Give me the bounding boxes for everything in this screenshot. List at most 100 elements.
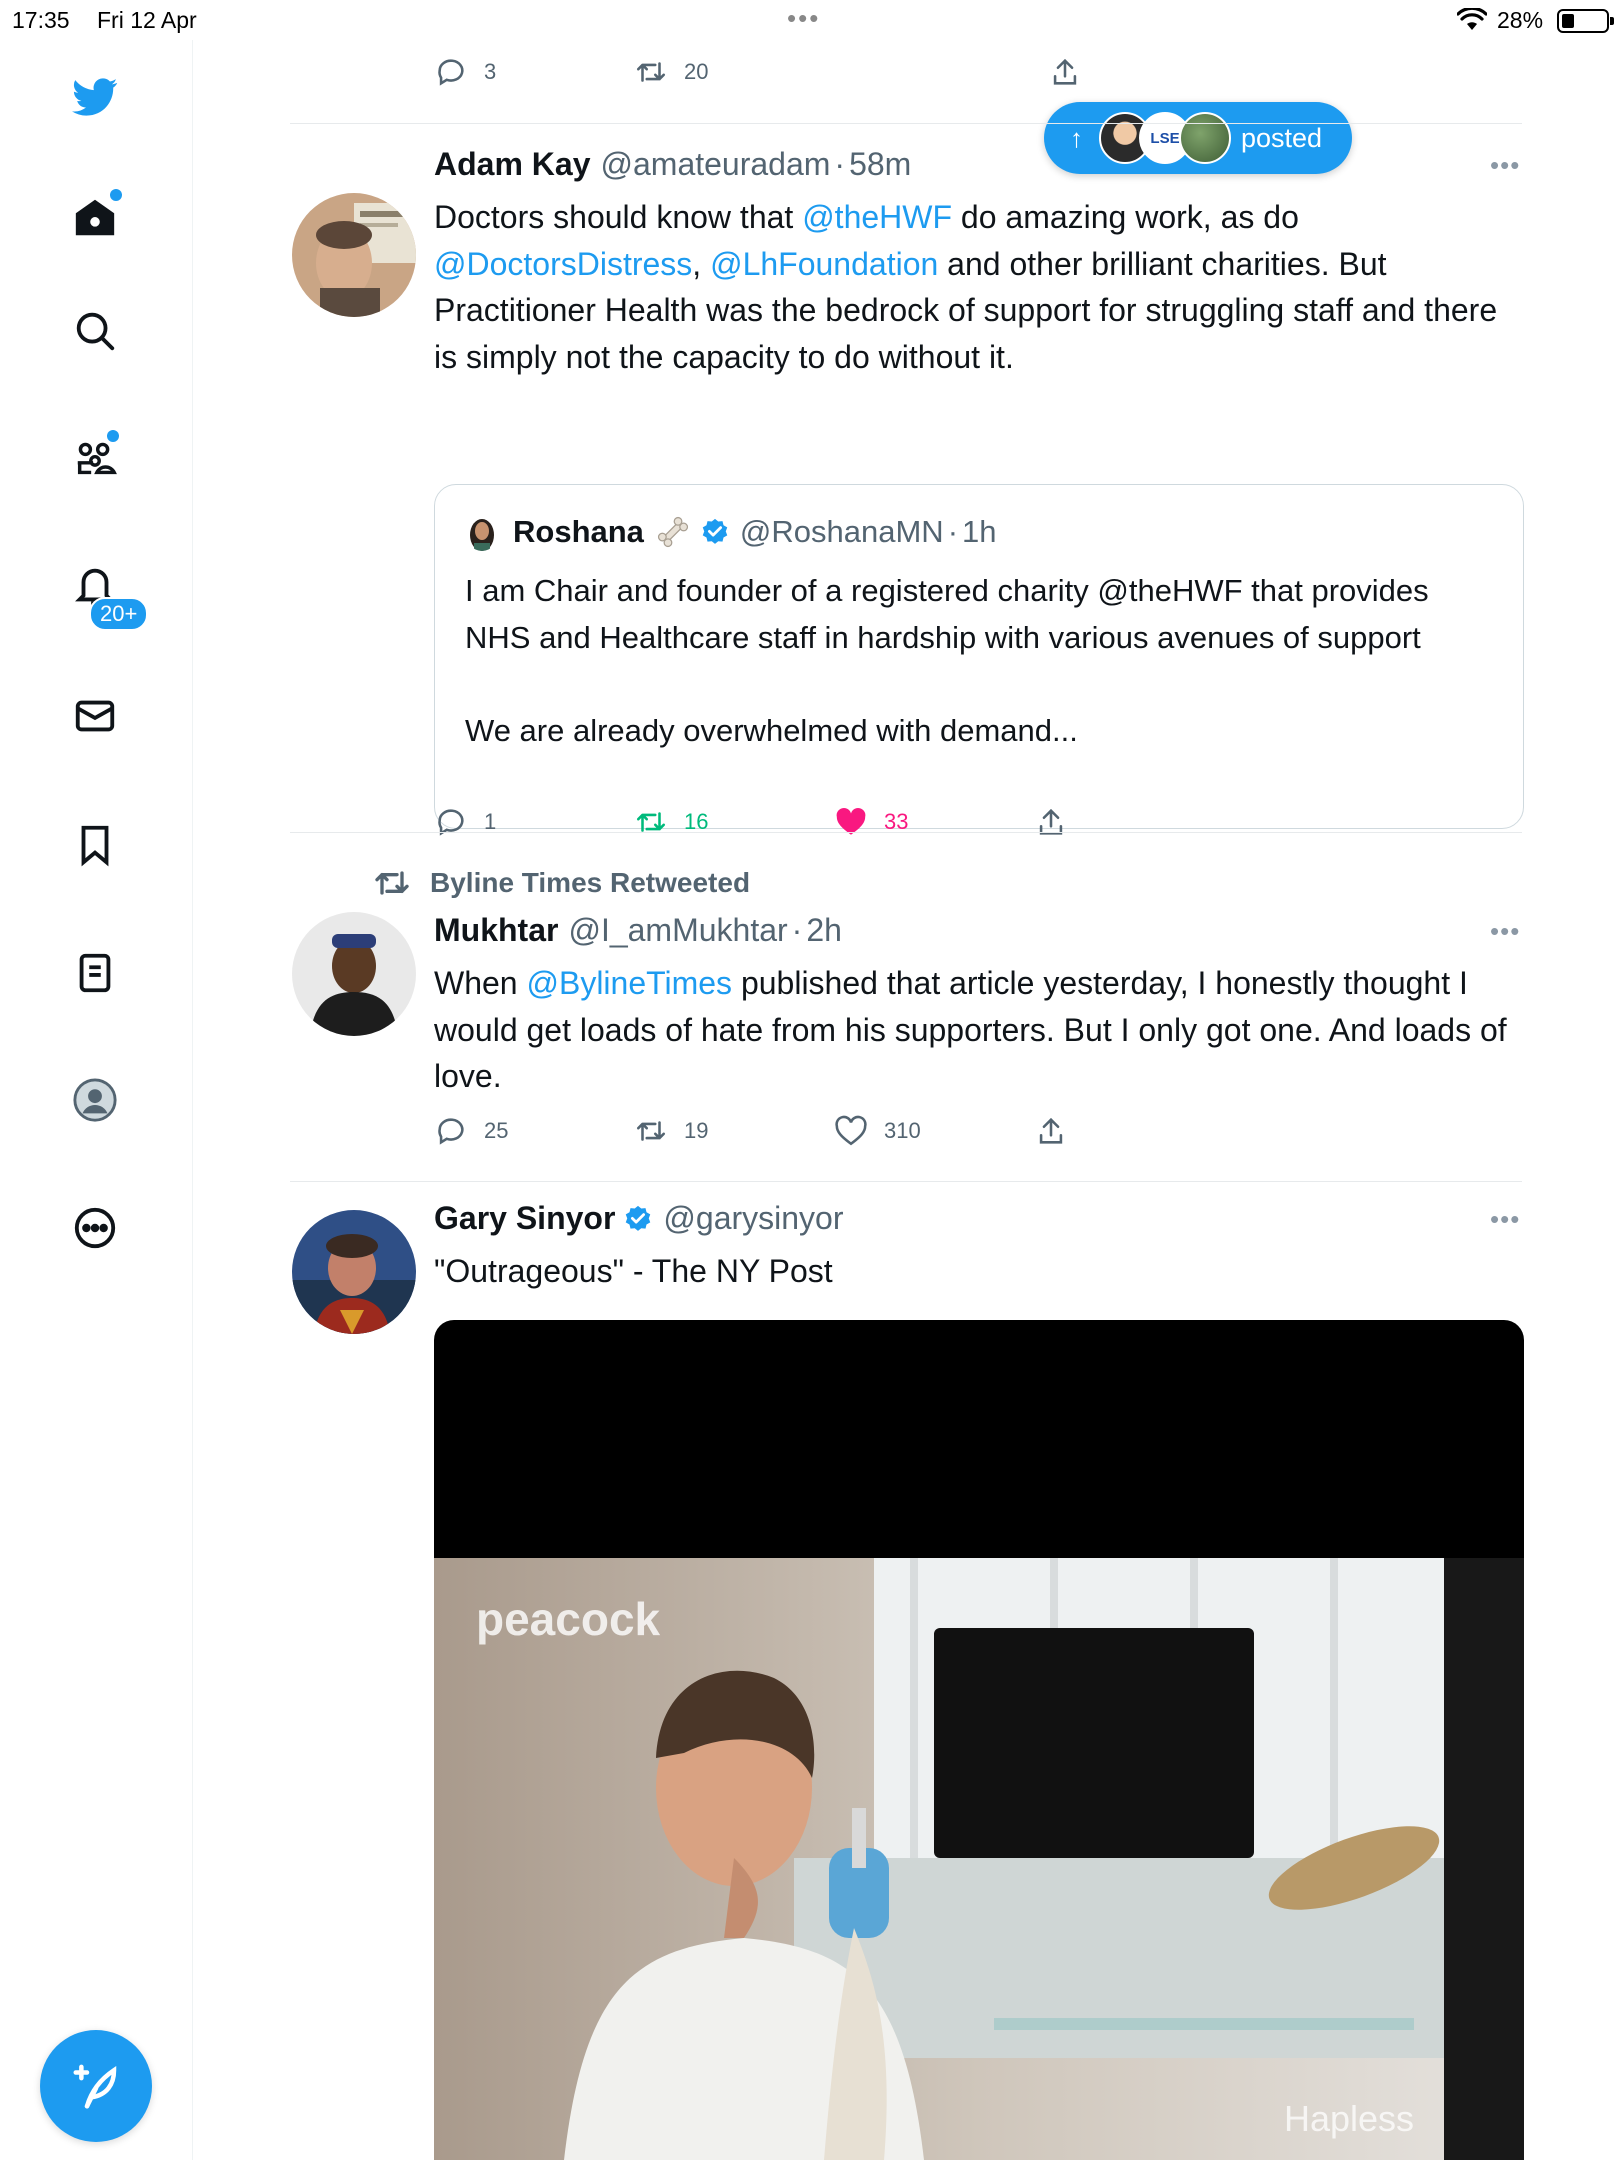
avatar: [465, 513, 499, 551]
author-name[interactable]: Mukhtar: [434, 912, 558, 949]
like-action[interactable]: 33: [834, 802, 908, 842]
retweeted-by-label[interactable]: Byline Times Retweeted: [372, 863, 750, 903]
share-icon: [1039, 808, 1063, 835]
retweeted-by-text: Byline Times Retweeted: [430, 867, 751, 898]
tweet-text: When @BylineTimes published that article…: [434, 960, 1524, 1100]
like-count: 310: [884, 1118, 921, 1143]
search-icon[interactable]: [62, 298, 128, 364]
tweet-header: Adam Kay @amateuradam · 58m: [434, 146, 911, 183]
avatar[interactable]: [292, 193, 416, 317]
status-bar: 17:35 Fri 12 Apr ••• 28%: [0, 0, 1620, 40]
video-frame: peacock Hapless: [434, 1558, 1524, 2160]
separator: ·: [834, 146, 846, 182]
bookmarks-icon[interactable]: [62, 812, 128, 878]
reply-count: 3: [484, 59, 497, 84]
share-action[interactable]: [1048, 52, 1082, 92]
sidebar-nav: 20+: [0, 40, 193, 2160]
tweet-text: "Outrageous" - The NY Post: [434, 1253, 833, 1289]
tweet[interactable]: Adam Kay @amateuradam · 58m ••• Doctors …: [290, 124, 1524, 872]
multitasking-dots-icon[interactable]: •••: [787, 5, 820, 31]
reply-icon: [438, 809, 464, 836]
battery-percent: 28%: [1497, 7, 1544, 33]
quote-text: I am Chair and founder of a registered c…: [465, 573, 1429, 748]
tweet-time[interactable]: 58m: [849, 146, 911, 183]
compose-feather-icon: [73, 2064, 117, 2109]
tweet-more-icon[interactable]: •••: [1490, 916, 1520, 947]
mention-link[interactable]: @LhFoundation: [710, 246, 938, 282]
lists-icon[interactable]: [62, 940, 128, 1006]
heart-icon: [835, 1115, 867, 1146]
text-segment: Doctors should know that: [434, 199, 803, 235]
quoted-tweet[interactable]: Roshana @RoshanaMN · 1h I am Chair and f…: [434, 484, 1524, 829]
avatar[interactable]: [292, 912, 416, 1036]
separator: ·: [947, 514, 959, 549]
retweet-action[interactable]: 19: [634, 1111, 708, 1151]
tweet-header: Gary Sinyor @garysinyor: [434, 1200, 844, 1237]
reply-action[interactable]: 3: [434, 52, 496, 92]
avatar[interactable]: [292, 1210, 416, 1334]
reply-action[interactable]: 25: [434, 1111, 508, 1151]
mention-link[interactable]: @theHWF: [802, 199, 952, 235]
reply-count: 25: [484, 1118, 509, 1143]
mention-link[interactable]: @BylineTimes: [526, 965, 732, 1001]
quote-author-name: Roshana: [513, 514, 644, 549]
author-handle[interactable]: @garysinyor: [663, 1200, 843, 1237]
retweet-action[interactable]: 16: [634, 802, 708, 842]
compose-tweet-button[interactable]: [40, 2030, 152, 2142]
author-handle[interactable]: @amateuradam: [601, 146, 831, 183]
retweet-count: 19: [684, 1118, 709, 1143]
retweet-count: 20: [684, 59, 709, 84]
text-segment: ,: [692, 245, 711, 282]
quote-author-handle: @RoshanaMN: [739, 514, 944, 549]
home-icon[interactable]: [62, 185, 128, 251]
tweet-header: Mukhtar @I_amMukhtar · 2h: [434, 912, 842, 949]
tweet-more-icon[interactable]: •••: [1490, 1204, 1520, 1235]
hapless-watermark: Hapless: [1284, 2098, 1415, 2139]
author-name[interactable]: Gary Sinyor: [434, 1200, 615, 1237]
reply-icon: [438, 1118, 464, 1145]
reply-action[interactable]: 1: [434, 802, 496, 842]
verified-badge-icon: [700, 517, 730, 547]
tweet[interactable]: Mukhtar @I_amMukhtar · 2h ••• When @Byli…: [290, 908, 1522, 1223]
separator: ·: [791, 912, 803, 948]
like-action[interactable]: 310: [834, 1111, 921, 1151]
verified-badge-icon: [623, 1204, 653, 1234]
share-icon: [1039, 1117, 1063, 1144]
heart-filled-icon: [836, 807, 866, 835]
share-icon: [1053, 58, 1077, 85]
bone-emoji-icon: [654, 513, 692, 551]
timeline: 3 20 ↑ LSE posted Adam Kay @amateuradam …: [290, 40, 1524, 2160]
share-action[interactable]: [1034, 1111, 1068, 1151]
retweet-icon: [636, 812, 666, 832]
quote-time: 1h: [962, 514, 997, 549]
share-action[interactable]: [1034, 802, 1068, 842]
more-options-icon[interactable]: [62, 1195, 128, 1261]
status-date: Fri 12 Apr: [97, 7, 197, 33]
retweet-icon: [636, 62, 666, 82]
profile-avatar-icon[interactable]: [62, 1067, 128, 1133]
tweet-more-icon[interactable]: •••: [1490, 150, 1520, 181]
wifi-icon: [1456, 6, 1488, 38]
status-time: 17:35: [12, 7, 70, 33]
text-segment: When: [434, 965, 527, 1001]
author-handle[interactable]: @I_amMukhtar: [568, 912, 787, 949]
home-unread-dot: [110, 189, 122, 201]
tweet[interactable]: Gary Sinyor @garysinyor ••• "Outrageous"…: [290, 1182, 1524, 2160]
reply-icon: [438, 59, 464, 86]
messages-envelope-icon[interactable]: [62, 683, 128, 749]
tweet-divider: [290, 832, 1522, 833]
peacock-watermark: peacock: [476, 1593, 661, 1645]
retweet-action[interactable]: 20: [634, 52, 708, 92]
text-segment: do amazing work, as do: [952, 199, 1299, 235]
mention-link[interactable]: @DoctorsDistress: [434, 246, 692, 282]
tweet-video[interactable]: peacock Hapless: [434, 1320, 1524, 2160]
notifications-badge: 20+: [89, 597, 149, 631]
twitter-logo-icon[interactable]: [62, 64, 128, 130]
battery-icon: [1557, 9, 1614, 33]
tweet-time[interactable]: 2h: [806, 912, 842, 949]
author-name[interactable]: Adam Kay: [434, 146, 591, 183]
retweet-icon: [375, 871, 409, 895]
retweet-icon: [636, 1121, 666, 1141]
communities-icon[interactable]: [62, 426, 128, 492]
communities-unread-dot: [107, 430, 119, 442]
